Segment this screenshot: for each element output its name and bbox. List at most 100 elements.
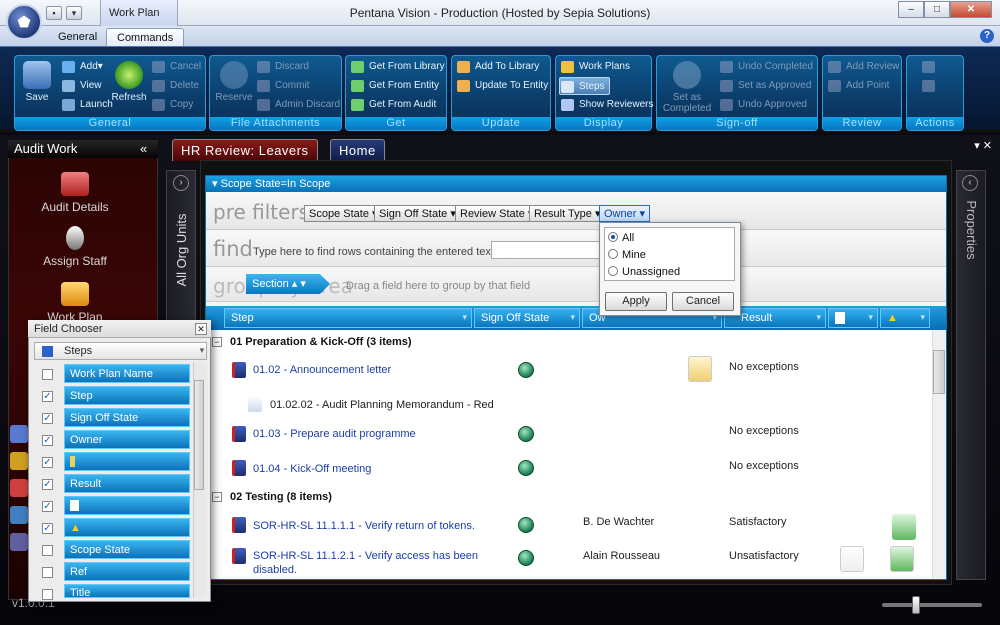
tab-home[interactable]: Home [330, 139, 385, 161]
column-step[interactable]: Step ▾ [224, 308, 472, 328]
add-button[interactable]: Add▾ [61, 58, 103, 76]
close-button[interactable]: ✕ [950, 1, 992, 18]
set-as-completed-button[interactable]: Set as Completed [661, 59, 713, 115]
show-reviewers-button[interactable]: Show Reviewers [560, 96, 653, 114]
step-link[interactable]: 01.02 - Announcement letter [253, 364, 391, 376]
owner-option-mine[interactable]: Mine [608, 249, 646, 261]
field-owner[interactable]: Owner [64, 430, 190, 449]
undo-approved-button[interactable]: Undo Approved [719, 96, 807, 114]
launch-button[interactable]: Launch [61, 96, 113, 114]
field-chooser-close-icon[interactable]: ✕ [195, 323, 207, 335]
nav-assign-staff[interactable]: Assign Staff [10, 226, 140, 268]
get-from-entity-button[interactable]: Get From Entity [350, 77, 439, 95]
field-scope-state[interactable]: Scope State [64, 540, 190, 559]
tool-icon-3[interactable] [10, 479, 28, 497]
field-checkbox[interactable]: ✓ [42, 435, 53, 446]
select-all-checkbox[interactable] [42, 346, 53, 357]
org-units-label[interactable]: All Org Units [151, 214, 211, 287]
field-chooser-header[interactable] [34, 342, 207, 360]
field-title[interactable]: Title [64, 584, 190, 599]
maximize-button[interactable]: □ [924, 1, 950, 18]
field-chooser-scroll-thumb[interactable] [194, 380, 204, 490]
field-ref[interactable]: Ref [64, 562, 190, 581]
field-work-plan-name[interactable]: Work Plan Name [64, 364, 190, 383]
get-from-library-button[interactable]: Get From Library [350, 58, 445, 76]
tab-commands[interactable]: Commands [106, 28, 185, 46]
add-to-library-button[interactable]: Add To Library [456, 58, 539, 76]
get-from-audit-button[interactable]: Get From Audit [350, 96, 436, 114]
add-point-button[interactable]: Add Point [827, 77, 889, 95]
tool-icon-1[interactable] [10, 425, 28, 443]
prefilter-sign-off-state[interactable]: Sign Off State ▾ [374, 205, 461, 222]
prefilter-review-state[interactable]: Review State ▾ [455, 205, 539, 222]
grid-scroll-thumb[interactable] [933, 350, 945, 394]
collapse-group-icon[interactable]: − [212, 337, 222, 347]
field-result[interactable]: Result [64, 474, 190, 493]
owner-option-unassigned[interactable]: Unassigned [608, 266, 680, 278]
save-icon[interactable]: ▪ [46, 6, 62, 20]
step-link-continued[interactable]: disabled. [253, 564, 297, 576]
step-link[interactable]: SOR-HR-SL 11.1.2.1 - Verify access has b… [253, 550, 478, 562]
step-link[interactable]: 01.03 - Prepare audit programme [253, 428, 416, 440]
action-button-1[interactable] [921, 58, 935, 76]
column-sign-off-state[interactable]: Sign Off State ▾ [474, 308, 580, 328]
field-checkbox[interactable] [42, 545, 53, 556]
expand-properties-icon[interactable]: ‹ [962, 175, 978, 191]
prefilter-scope-state[interactable]: Scope State ▾ [304, 205, 383, 222]
apply-button[interactable]: Apply [605, 292, 667, 311]
app-menu-icon[interactable]: ⬟ [6, 4, 42, 40]
zoom-slider[interactable] [882, 603, 982, 607]
tab-general[interactable]: General [48, 28, 107, 46]
refresh-button[interactable]: Refresh [109, 59, 149, 115]
scope-filter-bar[interactable]: ▾ Scope State=In Scope [206, 176, 946, 192]
field-checkbox[interactable]: ✓ [42, 479, 53, 490]
properties-label[interactable]: Properties [942, 200, 1000, 260]
update-to-entity-button[interactable]: Update To Entity [456, 77, 548, 95]
discard-button[interactable]: Discard [256, 58, 309, 76]
view-button[interactable]: View [61, 77, 102, 95]
radio-icon[interactable] [608, 249, 618, 259]
expand-org-units-icon[interactable]: › [173, 175, 189, 191]
field-warning[interactable]: ▲ [64, 518, 190, 537]
group-chip-section[interactable]: Section ▴ ▾ [246, 274, 330, 294]
help-icon[interactable]: ? [980, 29, 994, 43]
step-link[interactable]: SOR-HR-SL 11.1.1.1 - Verify return of to… [253, 520, 475, 532]
tab-hr-review-leavers[interactable]: HR Review: Leavers [172, 139, 318, 161]
field-status[interactable] [64, 452, 190, 471]
minimize-button[interactable]: – [898, 1, 924, 18]
tool-icon-5[interactable] [10, 533, 28, 551]
field-checkbox[interactable]: ✓ [42, 523, 53, 534]
field-document[interactable] [64, 496, 190, 515]
field-checkbox[interactable] [42, 567, 53, 578]
column-warning[interactable]: ▲ ▾ [880, 308, 930, 328]
field-checkbox[interactable]: ✓ [42, 457, 53, 468]
commit-button[interactable]: Commit [256, 77, 309, 95]
field-checkbox[interactable] [42, 369, 53, 380]
field-sign-off-state[interactable]: Sign Off State [64, 408, 190, 427]
work-plans-button[interactable]: Work Plans [560, 58, 630, 76]
field-checkbox[interactable] [42, 589, 53, 600]
nav-audit-details[interactable]: Audit Details [10, 172, 140, 214]
steps-button[interactable]: Steps [559, 77, 610, 95]
attachment-text[interactable]: 01.02.02 - Audit Planning Memorandum - R… [270, 399, 494, 411]
radio-icon[interactable] [608, 266, 618, 276]
radio-selected-icon[interactable] [608, 232, 618, 242]
add-review-button[interactable]: Add Review [827, 58, 899, 76]
action-button-2[interactable] [921, 77, 935, 95]
qat-dropdown-icon[interactable]: ▾ [66, 6, 82, 20]
owner-option-all[interactable]: All [608, 232, 634, 244]
tab-controls[interactable]: ▾ ✕ [974, 139, 992, 152]
nav-work-plan[interactable]: Work Plan [10, 282, 140, 324]
field-checkbox[interactable]: ✓ [42, 391, 53, 402]
find-input[interactable] [491, 241, 601, 259]
step-link[interactable]: 01.04 - Kick-Off meeting [253, 463, 371, 475]
table-icon[interactable] [10, 506, 28, 524]
chart-icon[interactable] [10, 452, 28, 470]
field-checkbox[interactable]: ✓ [42, 413, 53, 424]
admin-discard-button[interactable]: Admin Discard [256, 96, 340, 114]
zoom-slider-thumb[interactable] [912, 596, 920, 614]
cancel-filter-button[interactable]: Cancel [672, 292, 734, 311]
set-as-approved-button[interactable]: Set as Approved [719, 77, 811, 95]
save-button[interactable]: Save [17, 59, 57, 115]
field-checkbox[interactable]: ✓ [42, 501, 53, 512]
